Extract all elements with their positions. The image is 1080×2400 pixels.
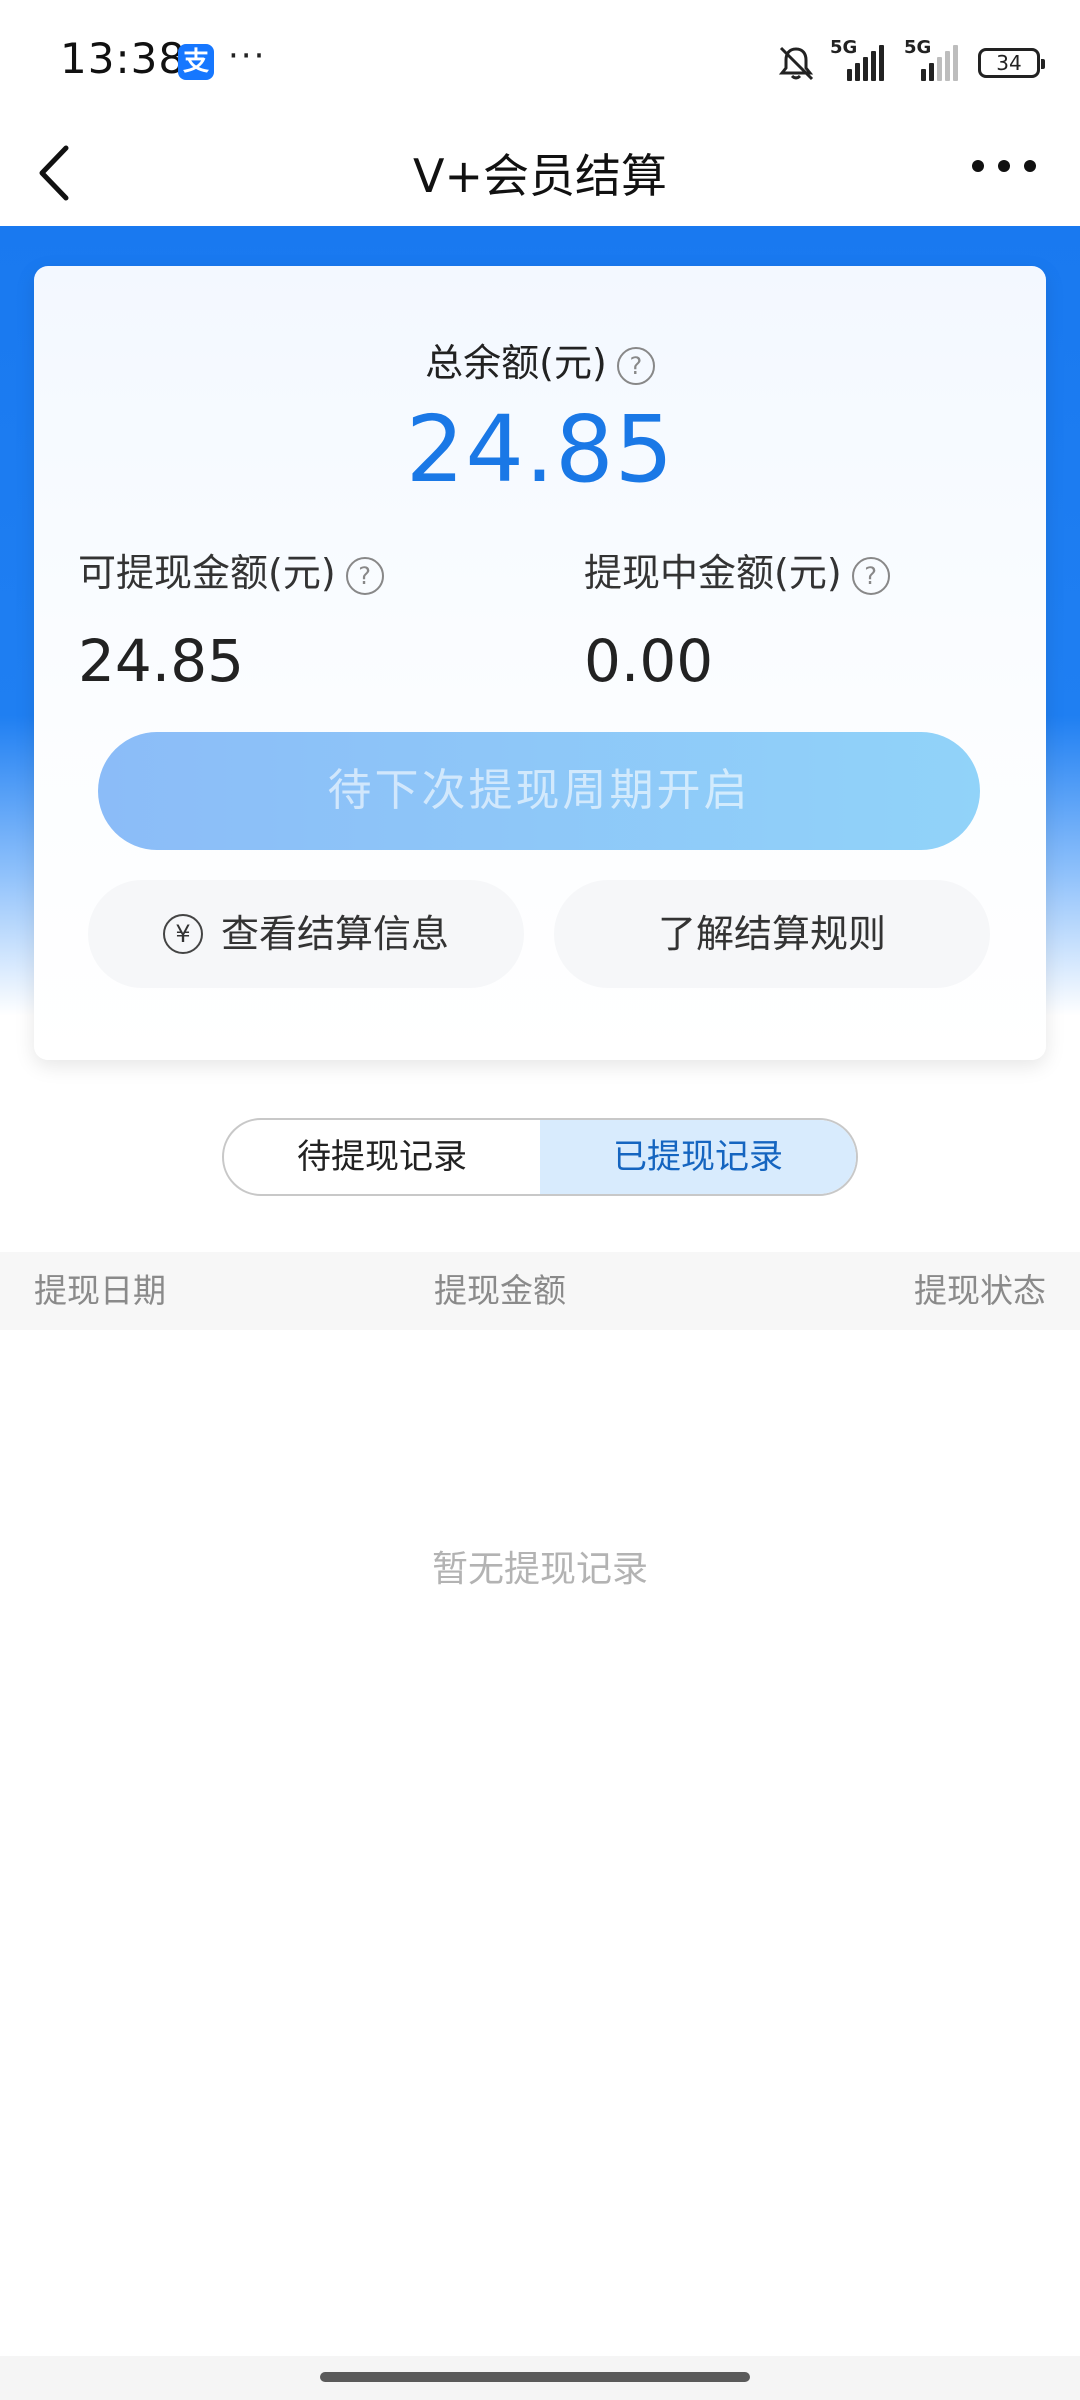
pending-value: 0.00: [584, 627, 714, 695]
total-balance-label: 总余额(元): [425, 341, 607, 385]
signal-strength-icon-sim1: 5G: [830, 37, 890, 81]
status-time: 13:38: [60, 34, 187, 83]
help-icon[interactable]: ?: [851, 556, 890, 595]
status-indicators: 5G 5G 34: [776, 37, 1045, 88]
help-icon[interactable]: ?: [616, 346, 655, 385]
signal-strength-icon-sim2: 5G: [904, 37, 964, 81]
more-options-icon[interactable]: [972, 160, 1036, 172]
record-tabs: 待提现记录 已提现记录: [222, 1118, 858, 1196]
home-indicator[interactable]: [320, 2372, 750, 2382]
withdraw-button-label: 待下次提现周期开启: [327, 765, 751, 816]
help-icon[interactable]: ?: [345, 556, 384, 595]
settlement-rules-button[interactable]: 了解结算规则: [554, 880, 990, 988]
balance-card: 总余额(元)? 24.85 可提现金额(元)? 24.85 提现中金额(元)? …: [34, 266, 1046, 1060]
view-settlement-info-button[interactable]: ¥ 查看结算信息: [88, 880, 524, 988]
total-balance-value: 24.85: [405, 396, 675, 503]
column-header-amount: 提现金额: [434, 1271, 566, 1310]
page-title: V+会员结算: [412, 149, 667, 203]
empty-state-text: 暂无提现记录: [431, 1549, 648, 1590]
muted-bell-icon: [778, 46, 814, 81]
network-type-label: 5G: [904, 37, 932, 58]
withdrawable-block: 可提现金额(元)? 24.85: [78, 542, 384, 695]
column-header-date: 提现日期: [34, 1271, 166, 1310]
table-header: 提现日期 提现金额 提现状态: [0, 1252, 1080, 1330]
more-notifications-icon: ···: [228, 36, 267, 76]
withdrawable-label: 可提现金额(元): [78, 551, 336, 595]
network-type-label: 5G: [830, 37, 858, 58]
view-settlement-info-label: 查看结算信息: [220, 912, 449, 956]
total-balance-label-row: 总余额(元)?: [34, 332, 1046, 387]
withdraw-button[interactable]: 待下次提现周期开启: [98, 732, 980, 850]
withdrawable-value: 24.85: [78, 627, 245, 695]
column-header-status: 提现状态: [914, 1271, 1046, 1310]
tab-pending-records[interactable]: 待提现记录: [224, 1120, 540, 1194]
battery-icon: 34: [978, 48, 1045, 78]
pending-block: 提现中金额(元)? 0.00: [584, 542, 890, 695]
settlement-rules-label: 了解结算规则: [657, 912, 886, 956]
tab-withdrawn-records[interactable]: 已提现记录: [540, 1120, 856, 1194]
pending-label: 提现中金额(元): [584, 551, 842, 595]
alipay-notification-icon: 支: [178, 44, 214, 80]
status-bar: 13:38 支 ··· 5G 5G 34: [0, 0, 1080, 120]
yuan-coin-icon: ¥: [162, 913, 203, 954]
nav-bar: V+会员结算: [0, 120, 1080, 226]
